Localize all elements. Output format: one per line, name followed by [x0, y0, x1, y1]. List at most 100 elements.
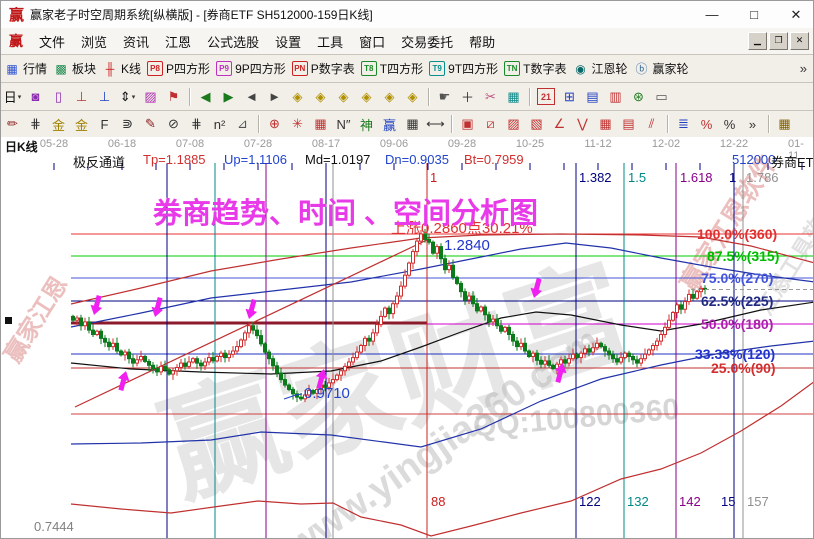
- toolbar-button-行情[interactable]: ▦行情: [4, 60, 47, 77]
- menu-item[interactable]: 浏览: [73, 32, 115, 53]
- nav-tool-icon[interactable]: ▤: [582, 87, 603, 107]
- draw-tool-icon[interactable]: 赢: [379, 114, 400, 134]
- draw-tool-icon[interactable]: ✳: [287, 114, 308, 134]
- draw-tool-icon[interactable]: ⋕: [186, 114, 207, 134]
- draw-tool-icon[interactable]: ⫽: [641, 114, 662, 134]
- draw-tool-icon[interactable]: »: [742, 114, 763, 134]
- draw-tool-icon[interactable]: F: [94, 114, 115, 134]
- toolbar-button-P四方形[interactable]: P8P四方形: [147, 60, 210, 77]
- menu-item[interactable]: 帮助: [461, 32, 503, 53]
- draw-tool-icon[interactable]: ✎: [140, 114, 161, 134]
- candle-body: [588, 349, 591, 352]
- mdi-minimize-button[interactable]: ▁: [748, 32, 767, 50]
- draw-tool-icon[interactable]: %: [696, 114, 717, 134]
- draw-tool-icon[interactable]: ⋑: [117, 114, 138, 134]
- nav-tool-icon[interactable]: ✂: [480, 87, 501, 107]
- menu-item[interactable]: 设置: [267, 32, 309, 53]
- draw-tool-icon[interactable]: ▣: [457, 114, 478, 134]
- close-button[interactable]: ✕: [789, 7, 803, 23]
- nav-tool-icon[interactable]: ◈: [379, 87, 400, 107]
- menu-item[interactable]: 交易委托: [393, 32, 461, 53]
- nav-tool-icon[interactable]: ◈: [310, 87, 331, 107]
- toolbar-button-T四方形[interactable]: T8T四方形: [361, 60, 423, 77]
- nav-tool-icon[interactable]: ◙: [25, 87, 46, 107]
- candle-body: [224, 353, 227, 357]
- nav-tool-icon[interactable]: ◈: [402, 87, 423, 107]
- draw-tool-icon[interactable]: ⧄: [480, 114, 501, 134]
- nav-tool-icon[interactable]: ▯: [48, 87, 69, 107]
- nav-tool-icon[interactable]: ◈: [333, 87, 354, 107]
- menu-item[interactable]: 工具: [309, 32, 351, 53]
- nav-tool-icon[interactable]: ⊥: [94, 87, 115, 107]
- draw-tool-icon[interactable]: ▤: [618, 114, 639, 134]
- nav-tool-icon[interactable]: ▨: [140, 87, 161, 107]
- nav-tool-icon[interactable]: ◄: [241, 87, 262, 107]
- draw-tool-icon[interactable]: %: [719, 114, 740, 134]
- nav-tool-icon[interactable]: ▦: [503, 87, 524, 107]
- toolbar-button-9T四方形[interactable]: T99T四方形: [429, 60, 498, 77]
- draw-tool-icon[interactable]: ▦: [310, 114, 331, 134]
- nav-tool-icon[interactable]: ⚑: [163, 87, 184, 107]
- nav-tool-icon[interactable]: ▶: [218, 87, 239, 107]
- candle-body: [432, 242, 435, 253]
- nav-tool-icon[interactable]: ⇕▾: [117, 87, 138, 107]
- nav-tool-icon[interactable]: ⊞: [559, 87, 580, 107]
- nav-tool-icon[interactable]: ◈: [356, 87, 377, 107]
- toolbar-button-赢家轮[interactable]: ⓑ赢家轮: [633, 60, 688, 77]
- draw-tool-icon[interactable]: ⊘: [163, 114, 184, 134]
- candle-body: [396, 296, 399, 304]
- nav-tool-icon[interactable]: ◀: [195, 87, 216, 107]
- toolbar-button-K线[interactable]: ╫K线: [102, 60, 141, 77]
- draw-tool-icon[interactable]: ✏: [2, 114, 23, 134]
- nav-tool-icon[interactable]: ►: [264, 87, 285, 107]
- menu-item[interactable]: 窗口: [351, 32, 393, 53]
- mdi-restore-button[interactable]: ❐: [769, 32, 788, 50]
- candle-body: [272, 359, 275, 366]
- draw-tool-icon[interactable]: 金: [48, 114, 69, 134]
- toolbar-button-板块[interactable]: ▩板块: [53, 60, 96, 77]
- nav-tool-icon[interactable]: ＋: [457, 87, 478, 107]
- mdi-close-button[interactable]: ✕: [790, 32, 809, 50]
- draw-tool-icon[interactable]: ⊿: [232, 114, 253, 134]
- menu-item[interactable]: 公式选股: [199, 32, 267, 53]
- toolbar-button-P数字表[interactable]: PNP数字表: [292, 60, 355, 77]
- draw-tool-icon[interactable]: 金: [71, 114, 92, 134]
- draw-tool-icon[interactable]: N″: [333, 114, 354, 134]
- nav-tool-icon[interactable]: ▭: [651, 87, 672, 107]
- nav-tool-icon[interactable]: 日▾: [2, 87, 23, 107]
- maximize-button[interactable]: □: [747, 7, 761, 22]
- left-edge-marker[interactable]: [5, 317, 12, 324]
- draw-tool-icon[interactable]: ⋕: [25, 114, 46, 134]
- menu-item[interactable]: 江恩: [157, 32, 199, 53]
- toolbar-button-T数字表[interactable]: TNT数字表: [504, 60, 566, 77]
- candle-body: [376, 325, 379, 333]
- draw-tool-icon[interactable]: ≣: [673, 114, 694, 134]
- draw-tool-icon[interactable]: ⟷: [425, 114, 446, 134]
- candle-body: [336, 375, 339, 379]
- nav-tool-icon[interactable]: ⊛: [628, 87, 649, 107]
- candle-body: [456, 277, 459, 283]
- time-cycle-label: 1.786: [746, 170, 779, 185]
- menu-item[interactable]: 文件: [31, 32, 73, 53]
- minimize-button[interactable]: —: [705, 7, 719, 22]
- draw-tool-icon[interactable]: ▦: [402, 114, 423, 134]
- nav-tool-icon[interactable]: ☛: [434, 87, 455, 107]
- toolbar-overflow-chevron[interactable]: »: [800, 61, 807, 76]
- draw-tool-icon[interactable]: ▧: [526, 114, 547, 134]
- nav-tool-icon[interactable]: ◈: [287, 87, 308, 107]
- draw-tool-icon[interactable]: ∠: [549, 114, 570, 134]
- nav-tool-icon[interactable]: ▥: [605, 87, 626, 107]
- draw-tool-icon[interactable]: ▦: [595, 114, 616, 134]
- draw-tool-icon[interactable]: ▨: [503, 114, 524, 134]
- toolbar-button-江恩轮[interactable]: ◉江恩轮: [572, 60, 627, 77]
- draw-tool-icon[interactable]: ▦: [774, 114, 795, 134]
- draw-tool-icon[interactable]: n²: [209, 114, 230, 134]
- draw-tool-icon[interactable]: ⋁: [572, 114, 593, 134]
- draw-tool-icon[interactable]: 神: [356, 114, 377, 134]
- toolbar-button-9P四方形[interactable]: P99P四方形: [216, 60, 286, 77]
- nav-tool-icon[interactable]: ⊥: [71, 87, 92, 107]
- menu-item[interactable]: 资讯: [115, 32, 157, 53]
- date-tick-label: 09-28: [448, 138, 476, 150]
- draw-tool-icon[interactable]: ⊕: [264, 114, 285, 134]
- nav-tool-icon[interactable]: 21: [537, 88, 555, 105]
